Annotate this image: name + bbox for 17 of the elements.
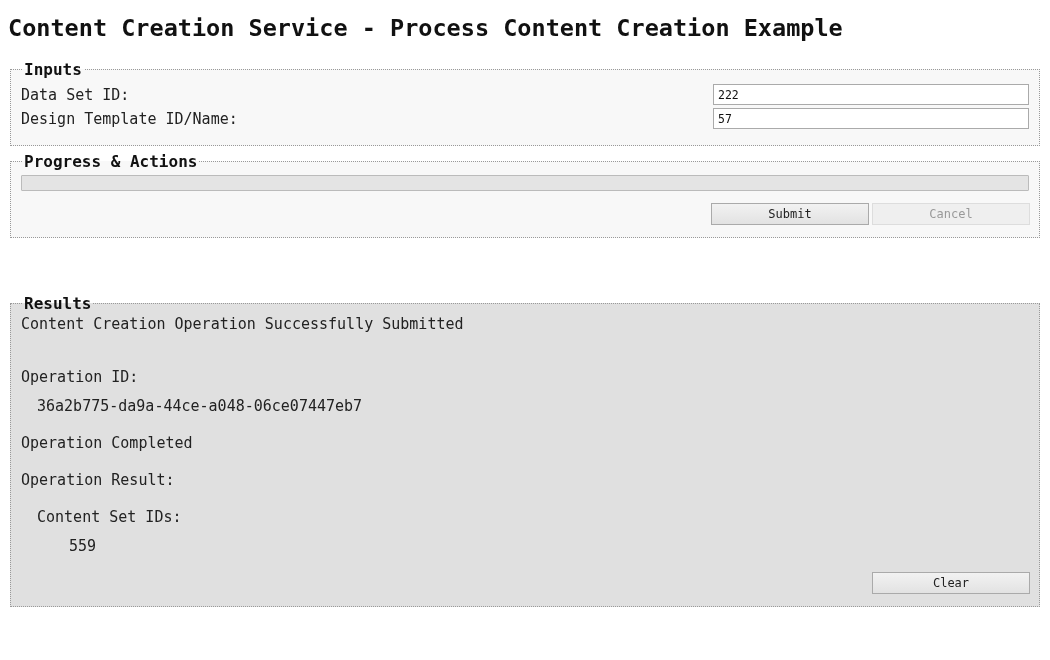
page-title: Content Creation Service - Process Content Creation Example: [8, 14, 844, 42]
result-message: Content Creation Operation Successfully Submitted: [21, 314, 465, 334]
result-status: Operation Completed: [21, 433, 194, 453]
section-legend: Progress & Actions: [22, 152, 200, 171]
content-set-id: 559: [68, 536, 98, 556]
result-label: Content Set IDs:: [36, 507, 183, 527]
field-label: Design Template ID/Name:: [21, 109, 238, 128]
result-label: Operation ID:: [21, 367, 140, 387]
operation-id: 36a2b775-da9a-44ce-a048-06ce07447eb7: [36, 396, 364, 416]
result-label: Operation Result:: [21, 470, 176, 490]
button[interactable]: Submit: [711, 203, 869, 225]
section-legend: Inputs: [22, 60, 84, 79]
button[interactable]: Clear: [872, 572, 1030, 594]
input-field[interactable]: 222: [713, 84, 1029, 105]
section-legend: Results: [22, 294, 94, 313]
field-label: Data Set ID:: [21, 85, 130, 104]
input-field[interactable]: 57: [713, 108, 1029, 129]
